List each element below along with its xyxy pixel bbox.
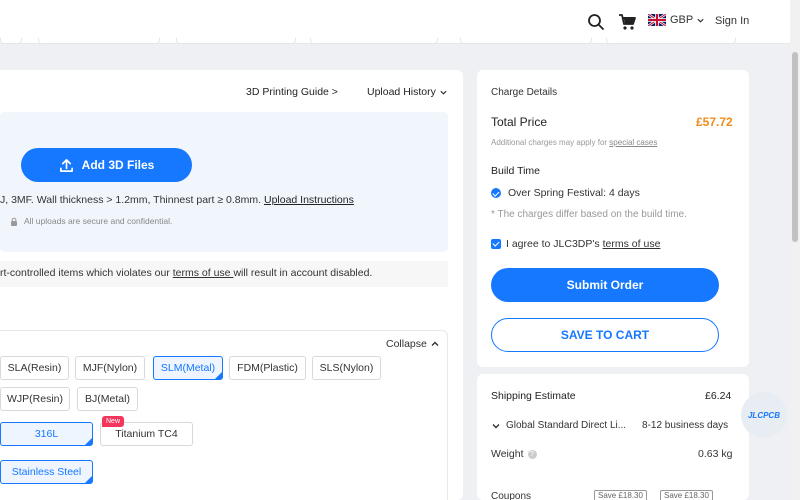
- terms-warning-banner: rt-controlled items which violates our t…: [0, 261, 448, 287]
- chevron-down-icon: [697, 18, 704, 23]
- total-price-label: Total Price: [491, 115, 548, 129]
- chevron-up-icon: [431, 341, 439, 346]
- cart-icon[interactable]: [617, 12, 637, 32]
- add-3d-files-button[interactable]: Add 3D Files: [21, 148, 192, 182]
- terms-checkbox[interactable]: [491, 239, 501, 249]
- metal-chip-316l[interactable]: 316L: [0, 422, 93, 446]
- weight-label-text: Weight: [491, 448, 524, 460]
- file-requirements-text: J, 3MF. Wall thickness > 1.2mm, Thinnest…: [0, 194, 264, 206]
- printing-guide-link[interactable]: 3D Printing Guide >: [246, 86, 338, 98]
- warning-text-start: rt-controlled items which violates our: [0, 267, 173, 279]
- coupon-tag[interactable]: Save £18.30: [594, 490, 647, 500]
- build-time-option[interactable]: Over Spring Festival: 4 days: [491, 187, 640, 199]
- terms-of-use-link[interactable]: terms of use: [603, 238, 661, 250]
- shipping-method-label: Global Standard Direct Li...: [506, 420, 627, 431]
- total-price-value: £57.72: [696, 115, 733, 129]
- currency-label: GBP: [670, 14, 694, 26]
- collapse-label: Collapse: [386, 338, 427, 350]
- currency-selector[interactable]: GBP: [648, 14, 705, 26]
- search-icon[interactable]: [586, 12, 606, 32]
- shipping-days: 8-12 business days: [642, 420, 729, 431]
- chevron-down-icon: [492, 423, 500, 428]
- finish-chip-stainless-steel[interactable]: Stainless Steel: [0, 460, 93, 484]
- sign-in-link[interactable]: Sign In: [715, 15, 749, 27]
- page-scrollbar[interactable]: [790, 0, 800, 500]
- jlcpcb-widget-label: JLCPCB: [747, 410, 780, 420]
- tech-chip-bj[interactable]: BJ(Metal): [77, 387, 138, 411]
- upload-history-link[interactable]: Upload History: [367, 86, 448, 98]
- notice-terms-link[interactable]: terms of use: [173, 267, 234, 279]
- add-3d-files-label: Add 3D Files: [81, 158, 155, 172]
- upload-instructions-link[interactable]: Upload Instructions: [264, 194, 354, 206]
- upload-drop-zone[interactable]: [0, 112, 448, 252]
- build-time-note: * The charges differ based on the build …: [491, 209, 687, 220]
- tech-chip-wjp[interactable]: WJP(Resin): [0, 387, 70, 411]
- sub-nav-tabs: [0, 38, 790, 46]
- scrollbar-thumb[interactable]: [792, 52, 798, 242]
- tech-chip-slm[interactable]: SLM(Metal): [153, 356, 223, 380]
- upload-history-label: Upload History: [367, 86, 436, 98]
- file-requirements: J, 3MF. Wall thickness > 1.2mm, Thinnest…: [0, 194, 354, 206]
- tech-chip-fdm[interactable]: FDM(Plastic): [229, 356, 306, 380]
- submit-order-button[interactable]: Submit Order: [491, 268, 719, 302]
- special-cases-link[interactable]: special cases: [609, 138, 657, 147]
- build-time-radio[interactable]: [491, 188, 501, 198]
- secure-notice: All uploads are secure and confidential.: [10, 216, 172, 226]
- help-icon[interactable]: ?: [527, 449, 537, 459]
- lock-icon: [11, 217, 17, 226]
- build-time-label: Build Time: [491, 165, 541, 177]
- tech-chip-sls[interactable]: SLS(Nylon): [312, 356, 381, 380]
- shipping-estimate-label: Shipping Estimate: [491, 390, 576, 402]
- uk-flag-icon: [648, 14, 666, 26]
- tech-chip-mjf[interactable]: MJF(Nylon): [75, 356, 145, 380]
- save-to-cart-button[interactable]: SAVE TO CART: [491, 318, 719, 352]
- shipping-method-selector[interactable]: Global Standard Direct Li...: [491, 420, 626, 431]
- warning-text-end: will result in account disabled.: [233, 267, 373, 279]
- weight-value: 0.63 kg: [698, 448, 733, 460]
- jlcpcb-chat-widget[interactable]: JLCPCB: [741, 392, 787, 438]
- collapse-toggle[interactable]: Collapse: [386, 338, 440, 350]
- charge-details-title: Charge Details: [491, 87, 558, 98]
- build-time-option-label: Over Spring Festival: 4 days: [508, 187, 640, 199]
- upload-icon: [59, 158, 73, 172]
- additional-charges-note: Additional charges may apply for special…: [491, 138, 657, 147]
- coupon-tag[interactable]: Save £18.30: [660, 490, 713, 500]
- terms-agreement-text: I agree to JLC3DP's: [506, 238, 600, 250]
- weight-label: Weight ?: [491, 448, 537, 460]
- coupons-label: Coupons: [491, 491, 532, 500]
- new-badge: New: [102, 416, 125, 427]
- secure-notice-text: All uploads are secure and confidential.: [24, 216, 173, 226]
- additional-charges-text: Additional charges may apply for: [491, 138, 610, 147]
- shipping-estimate-value: £6.24: [705, 390, 732, 402]
- chevron-down-icon: [440, 90, 447, 95]
- terms-agreement[interactable]: I agree to JLC3DP's terms of use: [491, 238, 660, 250]
- tech-chip-sla[interactable]: SLA(Resin): [0, 356, 69, 380]
